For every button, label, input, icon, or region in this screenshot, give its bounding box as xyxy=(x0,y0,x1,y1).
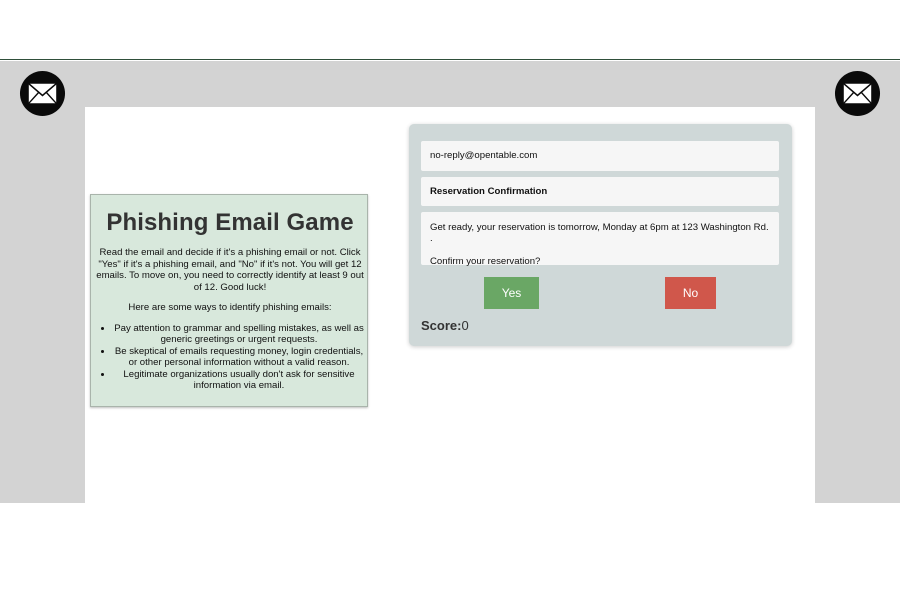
score-display: Score:0 xyxy=(421,318,469,333)
score-value: 0 xyxy=(461,318,469,333)
yes-button[interactable]: Yes xyxy=(484,277,539,309)
tip-item: Pay attention to grammar and spelling mi… xyxy=(113,323,365,346)
instructions-text: Read the email and decide if it's a phis… xyxy=(96,247,364,293)
tips-intro: Here are some ways to identify phishing … xyxy=(128,302,332,313)
score-label: Score: xyxy=(421,318,462,333)
content-area: Phishing Email Game Read the email and d… xyxy=(85,107,815,503)
instructions-panel: Phishing Email Game Read the email and d… xyxy=(90,194,368,407)
tip-item: Be skeptical of emails requesting money,… xyxy=(113,346,365,369)
tip-item: Legitimate organizations usually don't a… xyxy=(113,369,365,392)
email-body: Get ready, your reservation is tomorrow,… xyxy=(421,212,779,267)
email-sender: no-reply@opentable.com xyxy=(421,141,779,171)
game-stage: Phishing Email Game Read the email and d… xyxy=(0,61,900,503)
envelope-icon xyxy=(834,70,881,117)
top-bar xyxy=(0,0,900,60)
email-body-line: Get ready, your reservation is tomorrow,… xyxy=(430,222,769,244)
email-body-line: Confirm your reservation? xyxy=(430,256,541,267)
envelope-icon xyxy=(19,70,66,117)
email-subject: Reservation Confirmation xyxy=(421,177,779,206)
no-button[interactable]: No xyxy=(665,277,716,309)
game-title: Phishing Email Game xyxy=(106,209,354,236)
email-card: no-reply@opentable.com Reservation Confi… xyxy=(409,124,792,346)
tips-list: Pay attention to grammar and spelling mi… xyxy=(95,323,365,392)
